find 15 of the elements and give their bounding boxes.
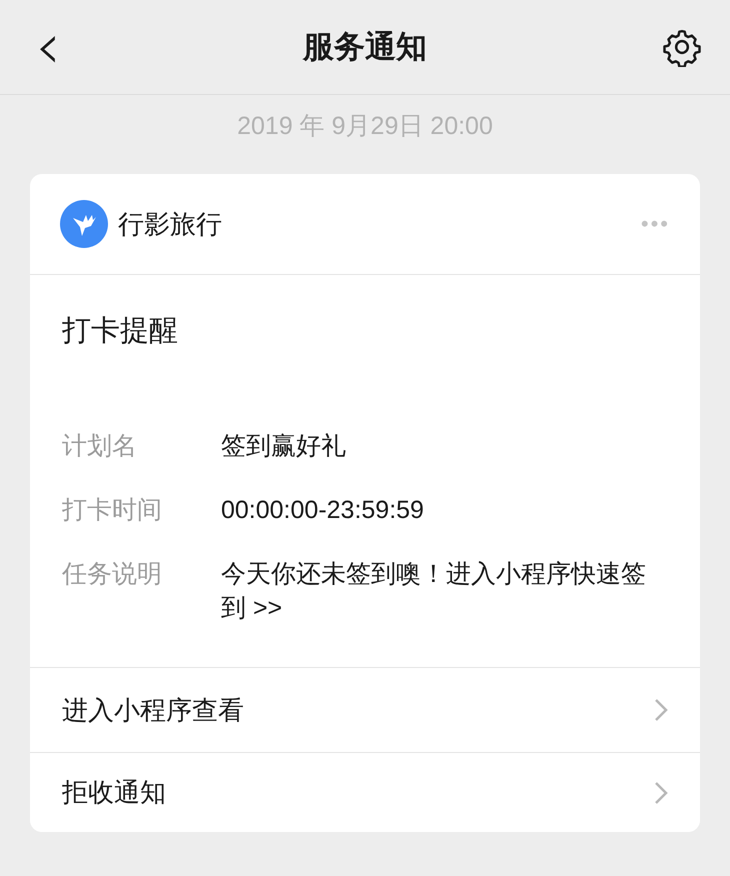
field-label: 计划名 [62,431,138,462]
chevron-icon [654,698,668,722]
page-title: 服务通知 [303,28,427,66]
notification-title: 打卡提醒 [62,314,179,349]
source-name: 行影旅行 [118,208,223,240]
field-label: 任务说明 [62,559,163,590]
logo-icon [60,200,108,248]
field-label: 打卡时间 [62,495,163,526]
back-button[interactable]: ‹ [28,17,68,77]
field-value: 签到赢好礼 [221,431,347,462]
field-value: 00:00:00-23:59:59 [221,495,425,526]
field-value: 今天你还未签到噢！进入小程序快速签到 >> [221,559,647,624]
chevron-icon [654,780,668,804]
settings-icon[interactable] [662,27,702,67]
timestamp: 2019 年 9月29日 20:00 [236,111,494,142]
